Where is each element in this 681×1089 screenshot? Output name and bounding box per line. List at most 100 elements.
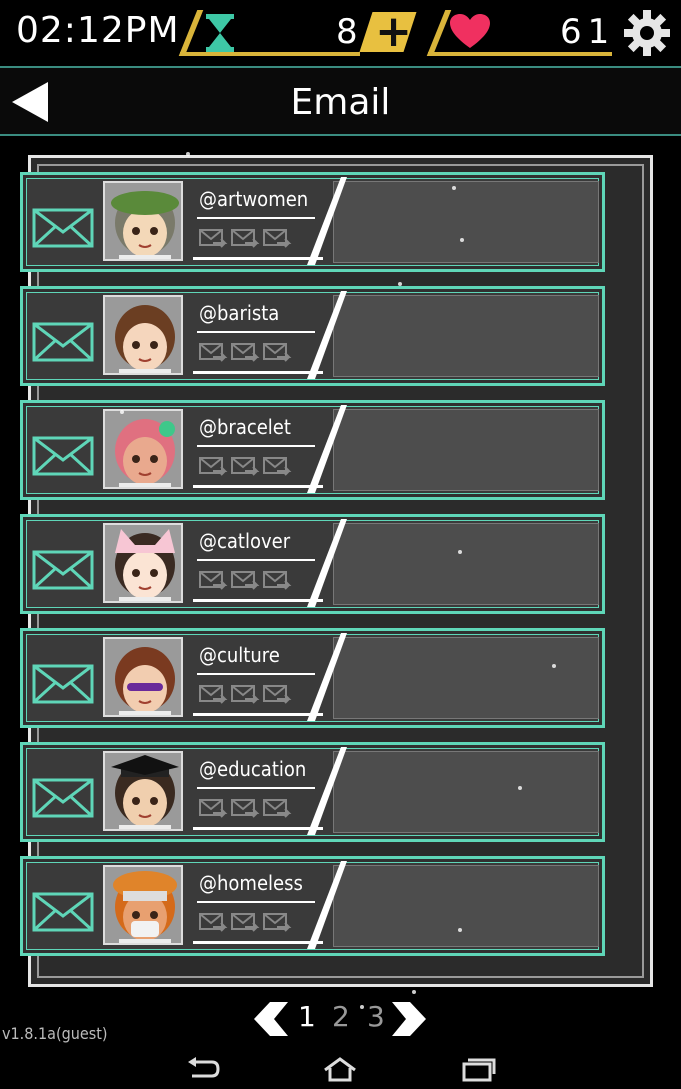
- sparkle: [460, 238, 464, 242]
- message-preview: [333, 181, 599, 263]
- system-nav-bar: [0, 1048, 681, 1089]
- divider: [307, 291, 347, 379]
- forward-mail-icon: [231, 457, 260, 476]
- forward-mail-icon: [199, 685, 228, 704]
- avatar: [103, 865, 183, 945]
- reply-status: [199, 227, 295, 254]
- divider: [307, 861, 347, 949]
- sparkle: [120, 410, 124, 414]
- sparkle: [458, 550, 462, 554]
- reply-status: [199, 341, 295, 368]
- email-row[interactable]: @barista: [20, 286, 605, 386]
- page-2[interactable]: 2: [332, 1000, 350, 1033]
- forward-mail-icon: [231, 913, 260, 932]
- envelope-icon: [32, 322, 94, 362]
- sparkle: [452, 186, 456, 190]
- email-row[interactable]: @bracelet: [20, 400, 605, 500]
- message-preview: [333, 751, 599, 833]
- sender-handle: @homeless: [199, 871, 303, 895]
- forward-mail-icon: [263, 571, 292, 590]
- heart-count: 61: [560, 12, 616, 52]
- sparkle: [398, 282, 402, 286]
- forward-mail-icon: [263, 913, 292, 932]
- heart-icon: [450, 14, 490, 48]
- version-label: v1.8.1a(guest): [2, 1024, 108, 1043]
- avatar: [103, 409, 183, 489]
- message-preview: [333, 523, 599, 605]
- email-row[interactable]: @culture: [20, 628, 605, 728]
- envelope-icon: [32, 778, 94, 818]
- message-preview: [333, 295, 599, 377]
- pagination: 1 2 3: [250, 1000, 430, 1040]
- hourglass-icon: [206, 14, 234, 52]
- energy-count: 8: [336, 12, 358, 52]
- next-page-icon[interactable]: [390, 1000, 428, 1038]
- sparkle: [458, 928, 462, 932]
- avatar: [103, 295, 183, 375]
- nav-home-icon[interactable]: [322, 1056, 358, 1082]
- reply-status: [199, 569, 295, 596]
- forward-mail-icon: [263, 229, 292, 248]
- plus-icon[interactable]: +: [359, 6, 417, 57]
- message-preview: [333, 409, 599, 491]
- divider: [307, 177, 347, 265]
- sender-handle: @catlover: [199, 529, 291, 553]
- divider: [307, 519, 347, 607]
- reply-status: [199, 455, 295, 482]
- gear-icon[interactable]: [622, 8, 672, 58]
- heart-stat: 61: [426, 10, 616, 56]
- forward-mail-icon: [199, 343, 228, 362]
- divider: [307, 633, 347, 721]
- forward-mail-icon: [263, 685, 292, 704]
- forward-mail-icon: [231, 685, 260, 704]
- avatar: [103, 751, 183, 831]
- avatar: [103, 181, 183, 261]
- forward-mail-icon: [199, 229, 228, 248]
- envelope-icon: [32, 436, 94, 476]
- page-3[interactable]: 3: [367, 1000, 385, 1033]
- envelope-icon: [32, 892, 94, 932]
- sender-handle: @barista: [199, 301, 280, 325]
- forward-mail-icon: [231, 229, 260, 248]
- avatar: [103, 523, 183, 603]
- page-1[interactable]: 1: [298, 1000, 316, 1033]
- clock: 02:12PM: [16, 10, 180, 51]
- nav-recents-icon[interactable]: [460, 1056, 496, 1082]
- divider: [307, 405, 347, 493]
- nav-back-icon[interactable]: [186, 1056, 222, 1082]
- sender-handle: @education: [199, 757, 307, 781]
- forward-mail-icon: [263, 343, 292, 362]
- forward-mail-icon: [231, 571, 260, 590]
- forward-mail-icon: [199, 457, 228, 476]
- page-title: Email: [290, 82, 391, 123]
- email-row[interactable]: @catlover: [20, 514, 605, 614]
- envelope-icon: [32, 550, 94, 590]
- envelope-icon: [32, 664, 94, 704]
- forward-mail-icon: [199, 571, 228, 590]
- energy-stat: 8 +: [178, 6, 420, 57]
- divider: [307, 747, 347, 835]
- forward-mail-icon: [231, 799, 260, 818]
- envelope-icon: [32, 208, 94, 248]
- reply-status: [199, 797, 295, 824]
- reply-status: [199, 683, 295, 710]
- email-row[interactable]: @education: [20, 742, 605, 842]
- email-row[interactable]: @artwomen: [20, 172, 605, 272]
- forward-mail-icon: [231, 343, 260, 362]
- message-preview: [333, 865, 599, 947]
- header: Email: [0, 66, 681, 136]
- email-row[interactable]: @homeless: [20, 856, 605, 956]
- sender-handle: @artwomen: [199, 187, 309, 211]
- sparkle: [186, 152, 190, 156]
- forward-mail-icon: [263, 457, 292, 476]
- forward-mail-icon: [199, 913, 228, 932]
- status-bar: 02:12PM 8 + 61: [0, 0, 681, 66]
- prev-page-icon[interactable]: [252, 1000, 290, 1038]
- reply-status: [199, 911, 295, 938]
- forward-mail-icon: [263, 799, 292, 818]
- message-preview: [333, 637, 599, 719]
- sparkle: [518, 786, 522, 790]
- avatar: [103, 637, 183, 717]
- sparkle: [412, 990, 416, 994]
- sender-handle: @culture: [199, 643, 280, 667]
